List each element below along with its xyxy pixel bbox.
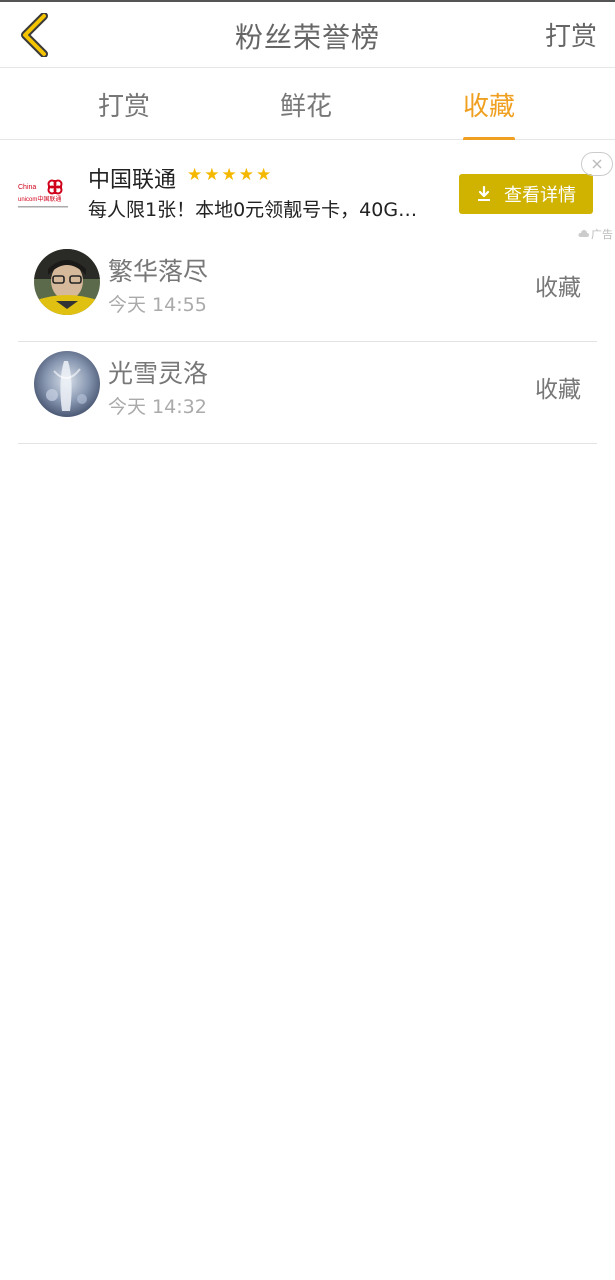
favorites-list: 繁华落尽 今天 14:55 收藏 光雪灵洛 今天 14:32 收藏 bbox=[0, 240, 615, 444]
list-item[interactable]: 繁华落尽 今天 14:55 收藏 bbox=[0, 240, 615, 342]
tab-flowers-label: 鲜花 bbox=[280, 92, 333, 122]
divider bbox=[18, 443, 597, 444]
ad-button-label: 查看详情 bbox=[504, 185, 576, 206]
tab-reward-label: 打赏 bbox=[98, 92, 151, 122]
close-icon bbox=[592, 159, 602, 169]
timestamp: 今天 14:55 bbox=[108, 294, 207, 316]
tab-flowers[interactable]: 鲜花 bbox=[280, 86, 332, 123]
timestamp: 今天 14:32 bbox=[108, 396, 207, 418]
svg-text:unicom中国联通: unicom中国联通 bbox=[18, 195, 61, 203]
avatar[interactable] bbox=[34, 249, 100, 315]
page-title: 粉丝荣誉榜 bbox=[234, 21, 380, 54]
user-name: 光雪灵洛 bbox=[108, 359, 209, 388]
ad-title: 中国联通 bbox=[88, 168, 177, 193]
action-label: 收藏 bbox=[535, 377, 581, 403]
avatar[interactable] bbox=[34, 351, 100, 417]
download-icon bbox=[478, 186, 490, 201]
tab-favorites[interactable]: 收藏 bbox=[463, 86, 516, 141]
tab-bar: 打赏 鲜花 收藏 bbox=[0, 68, 615, 141]
svg-text:China: China bbox=[18, 184, 36, 191]
user-name: 繁华落尽 bbox=[108, 257, 209, 286]
list-item[interactable]: 光雪灵洛 今天 14:32 收藏 bbox=[0, 342, 615, 444]
reward-button[interactable]: 打赏 bbox=[545, 16, 597, 53]
ad-view-details-button[interactable]: 查看详情 bbox=[459, 174, 593, 214]
china-unicom-logo: China unicom中国联通 bbox=[18, 176, 74, 216]
cloud-icon bbox=[578, 230, 589, 237]
ad-description: 每人限1张！本地0元领靓号卡，40G… bbox=[88, 199, 418, 221]
ad-banner[interactable]: China unicom中国联通 中国联通 ★★★★★ 每人限1张！本地0元领靓… bbox=[0, 140, 615, 241]
top-nav-bar: 粉丝荣誉榜 打赏 bbox=[0, 0, 615, 68]
tab-reward[interactable]: 打赏 bbox=[98, 86, 150, 123]
ad-rating-stars: ★★★★★ bbox=[187, 165, 274, 185]
action-label: 收藏 bbox=[535, 275, 581, 301]
ad-close-button[interactable] bbox=[581, 152, 613, 176]
page: 粉丝荣誉榜 打赏 打赏 鲜花 收藏 China unicom中国联通 中国联通 … bbox=[0, 0, 615, 1280]
tab-favorites-label: 收藏 bbox=[463, 92, 516, 122]
